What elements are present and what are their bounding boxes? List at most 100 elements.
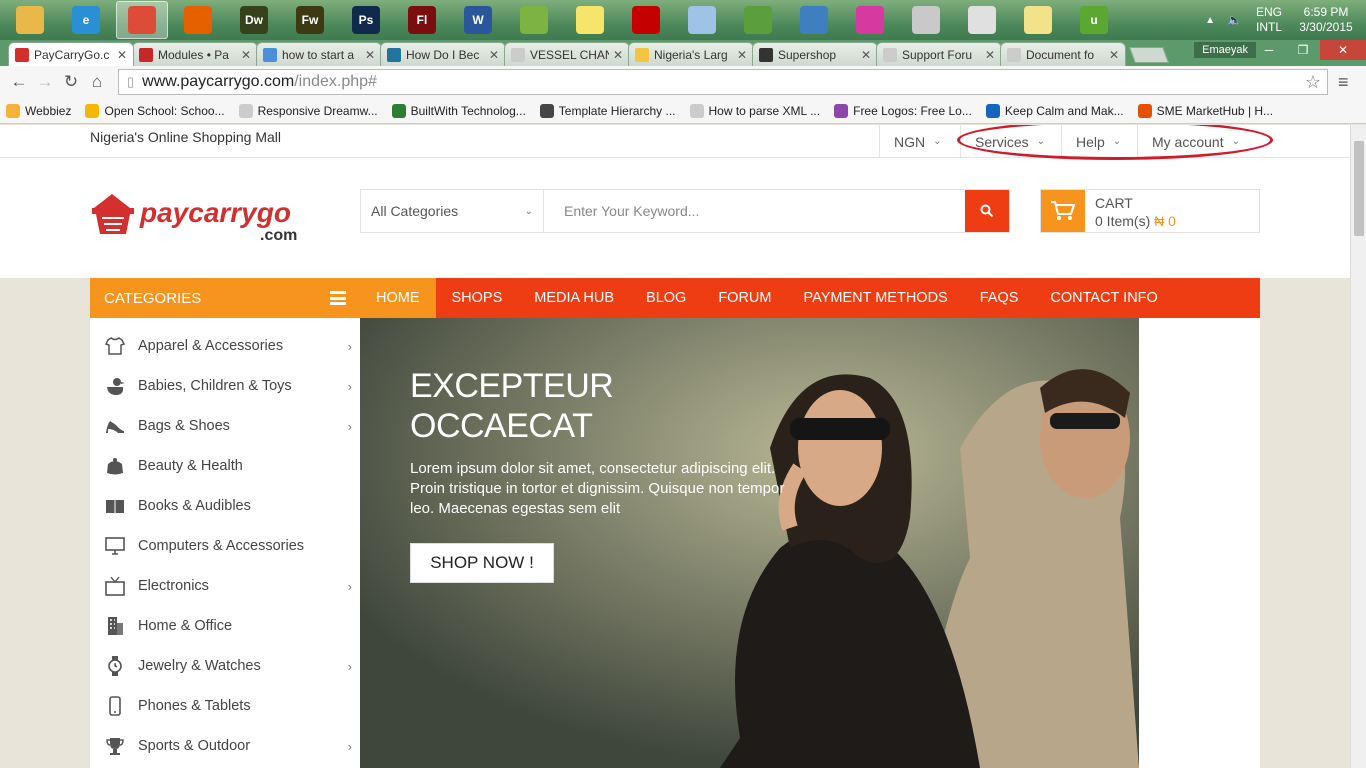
close-tab-icon[interactable]: ✕ xyxy=(613,48,623,62)
taskbar-app[interactable]: Ps xyxy=(340,1,392,39)
taskbar-app[interactable] xyxy=(564,1,616,39)
close-tab-icon[interactable]: ✕ xyxy=(365,48,375,62)
category-item[interactable]: Sports & Outdoor › xyxy=(90,726,360,766)
browser-tab[interactable]: Nigeria's Larg ✕ xyxy=(628,42,754,66)
taskbar-app[interactable]: Fl xyxy=(396,1,448,39)
new-tab-button[interactable] xyxy=(1129,47,1169,63)
nav-item[interactable]: FORUM xyxy=(702,278,787,318)
taskbar-app[interactable] xyxy=(620,1,672,39)
clock[interactable]: 6:59 PM 3/30/2015 xyxy=(1296,5,1356,35)
nav-item[interactable]: BLOG xyxy=(630,278,702,318)
taskbar-app[interactable] xyxy=(844,1,896,39)
close-tab-icon[interactable]: ✕ xyxy=(241,48,251,62)
taskbar-app[interactable]: Fw xyxy=(284,1,336,39)
nav-item[interactable]: FAQS xyxy=(964,278,1035,318)
back-icon[interactable]: ← xyxy=(6,72,32,92)
taskbar-app[interactable] xyxy=(172,1,224,39)
taskbar-app[interactable] xyxy=(788,1,840,39)
taskbar-app[interactable]: W xyxy=(452,1,504,39)
currency-selector[interactable]: NGN ⌄ xyxy=(879,125,956,158)
minimize-button[interactable]: ─ xyxy=(1252,40,1286,60)
category-item[interactable]: Babies, Children & Toys › xyxy=(90,366,360,406)
cart-widget[interactable]: CART 0 Item(s) ₦ 0 xyxy=(1040,189,1260,233)
taskbar-app[interactable] xyxy=(1012,1,1064,39)
close-tab-icon[interactable]: ✕ xyxy=(1109,48,1119,62)
taskbar-app[interactable] xyxy=(508,1,560,39)
taskbar-app[interactable]: Dw xyxy=(228,1,280,39)
beauty-bag-icon xyxy=(104,455,126,477)
browser-tab[interactable]: how to start a ✕ xyxy=(256,42,382,66)
bookmark-star-icon[interactable]: ☆ xyxy=(1305,72,1321,93)
browser-tab[interactable]: How Do I Bec ✕ xyxy=(380,42,506,66)
category-item[interactable]: Computers & Accessories xyxy=(90,526,360,566)
bookmark-item[interactable]: Open School: Schoo... xyxy=(85,103,225,118)
bookmark-item[interactable]: Responsive Dreamw... xyxy=(238,103,378,118)
close-tab-icon[interactable]: ✕ xyxy=(489,48,499,62)
category-item[interactable]: Electronics › xyxy=(90,566,360,606)
bookmark-item[interactable]: SME MarketHub | H... xyxy=(1137,103,1273,118)
forward-icon[interactable]: → xyxy=(32,72,58,92)
shop-now-button[interactable]: SHOP NOW ! xyxy=(410,543,554,583)
category-item[interactable]: Phones & Tablets xyxy=(90,686,360,726)
bookmark-item[interactable]: Free Logos: Free Lo... xyxy=(834,103,972,118)
close-tab-icon[interactable]: ✕ xyxy=(861,48,871,62)
taskbar-app[interactable] xyxy=(900,1,952,39)
category-item[interactable]: Jewelry & Watches › xyxy=(90,646,360,686)
chrome-menu-icon[interactable]: ≡ xyxy=(1338,72,1349,93)
browser-tab[interactable]: Modules • Pa ✕ xyxy=(132,42,258,66)
volume-icon[interactable]: 🔈 xyxy=(1227,13,1242,27)
site-logo[interactable]: paycarrygo .com xyxy=(90,188,320,248)
browser-tab[interactable]: VESSEL CHAN ✕ xyxy=(504,42,630,66)
profile-badge[interactable]: Emaeyak xyxy=(1194,42,1256,58)
logo-subtext: .com xyxy=(260,227,297,244)
categories-header[interactable]: CATEGORIES xyxy=(90,278,360,318)
bookmark-item[interactable]: How to parse XML ... xyxy=(689,103,820,118)
browser-tab[interactable]: Supershop ✕ xyxy=(752,42,878,66)
close-tab-icon[interactable]: ✕ xyxy=(737,48,747,62)
scrollbar-thumb[interactable] xyxy=(1354,141,1364,236)
tray-chevron-icon[interactable]: ▲ xyxy=(1205,15,1215,26)
search-input[interactable]: Enter Your Keyword... xyxy=(544,190,965,232)
taskbar-app[interactable]: e xyxy=(60,1,112,39)
nav-item[interactable]: HOME xyxy=(360,278,436,318)
close-tab-icon[interactable]: ✕ xyxy=(117,48,127,62)
nav-item[interactable]: PAYMENT METHODS xyxy=(788,278,964,318)
taskbar-app[interactable] xyxy=(956,1,1008,39)
address-bar[interactable]: ▯ www.paycarrygo.com/index.php# ☆ xyxy=(118,69,1328,95)
page-scrollbar[interactable] xyxy=(1350,125,1366,768)
taskbar-app[interactable] xyxy=(4,1,56,39)
bookmark-item[interactable]: Keep Calm and Mak... xyxy=(985,103,1124,118)
bookmark-favicon-icon xyxy=(985,103,1000,118)
bookmark-item[interactable]: BuiltWith Technolog... xyxy=(391,103,526,118)
bookmark-item[interactable]: Template Hierarchy ... xyxy=(539,103,676,118)
close-window-button[interactable]: ✕ xyxy=(1320,40,1366,60)
category-item[interactable]: Bags & Shoes › xyxy=(90,406,360,446)
home-icon[interactable]: ⌂ xyxy=(84,72,110,92)
taskbar-app[interactable] xyxy=(732,1,784,39)
search-button[interactable] xyxy=(965,190,1009,232)
taskbar-app[interactable] xyxy=(676,1,728,39)
close-tab-icon[interactable]: ✕ xyxy=(985,48,995,62)
sticky-notes-icon xyxy=(576,6,604,34)
category-select[interactable]: All Categories ⌄ xyxy=(361,190,544,232)
maximize-button[interactable]: ❐ xyxy=(1286,40,1320,60)
hero-slider[interactable]: EXCEPTEUR OCCAECAT Lorem ipsum dolor sit … xyxy=(360,318,1139,768)
hamburger-icon[interactable] xyxy=(330,291,346,305)
taskbar-app[interactable] xyxy=(116,1,168,39)
hero-text: Lorem ipsum dolor sit amet, consectetur … xyxy=(410,460,785,517)
browser-tab[interactable]: Support Foru ✕ xyxy=(876,42,1002,66)
input-language[interactable]: ENG INTL xyxy=(1256,5,1282,35)
browser-tab[interactable]: PayCarryGo.c ✕ xyxy=(8,42,134,66)
category-item[interactable]: Beauty & Health xyxy=(90,446,360,486)
nav-item[interactable]: CONTACT INFO xyxy=(1034,278,1173,318)
nav-item[interactable]: SHOPS xyxy=(436,278,519,318)
browser-tab[interactable]: Document fo ✕ xyxy=(1000,42,1126,66)
category-item[interactable]: Home & Office xyxy=(90,606,360,646)
reload-icon[interactable]: ↻ xyxy=(58,72,84,92)
category-item[interactable]: Apparel & Accessories › xyxy=(90,326,360,366)
notepad-icon xyxy=(688,6,716,34)
bookmark-item[interactable]: Webbiez xyxy=(6,103,71,118)
category-item[interactable]: Books & Audibles xyxy=(90,486,360,526)
nav-item[interactable]: MEDIA HUB xyxy=(518,278,630,318)
taskbar-app[interactable]: u xyxy=(1068,1,1120,39)
